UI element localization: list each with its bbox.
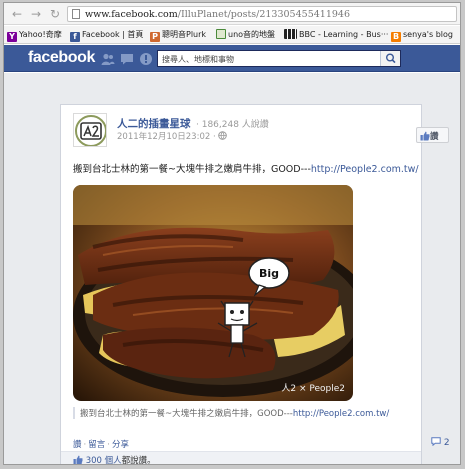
likes-summary: 300 個人都說讚。 bbox=[61, 451, 421, 465]
comment-action[interactable]: 留言 bbox=[88, 440, 105, 450]
bookmark-plurk[interactable]: P 聰明音Plurk bbox=[150, 29, 206, 42]
post-actions: 讚 · 留言 · 分享 bbox=[73, 440, 129, 450]
page-logo-icon bbox=[74, 114, 106, 146]
likes-people-link[interactable]: 300 個人 bbox=[86, 456, 122, 464]
url-input[interactable]: www.facebook.com/IlluPlanet/posts/213305… bbox=[67, 6, 457, 22]
search-input[interactable]: 搜尋人、地標和事物 bbox=[157, 50, 401, 67]
caption-link[interactable]: http://People2.com.tw/ bbox=[293, 409, 389, 419]
bbc-icon bbox=[284, 29, 297, 39]
back-arrow-icon[interactable]: ← bbox=[10, 7, 24, 21]
share-action[interactable]: 分享 bbox=[112, 440, 129, 450]
bookmark-yahoo[interactable]: Y Yahoo!奇摩 bbox=[7, 29, 62, 42]
forward-arrow-icon[interactable]: → bbox=[29, 7, 43, 21]
post-message-link[interactable]: http://People2.com.tw/ bbox=[311, 164, 419, 175]
search-icon bbox=[385, 53, 396, 64]
post-card: 人二的插畫星球 · 186,248 人說讚 2011年12月10日23:02 ·… bbox=[60, 104, 450, 465]
friend-requests-icon[interactable] bbox=[101, 52, 115, 66]
address-bar: ← → ↻ www.facebook.com/IlluPlanet/posts/… bbox=[4, 3, 460, 25]
bookmark-bbc[interactable]: BBC - Learning - Bus··· bbox=[284, 29, 388, 41]
thumbs-up-icon bbox=[420, 131, 430, 141]
yahoo-icon: Y bbox=[7, 32, 17, 42]
comment-bubble-icon bbox=[431, 437, 441, 447]
likes-suffix: 都說讚。 bbox=[121, 456, 156, 465]
globe-icon bbox=[218, 131, 228, 140]
facebook-icon: f bbox=[70, 32, 80, 42]
facebook-header: facebook 搜尋人、地標和事物 bbox=[4, 45, 460, 72]
messages-icon[interactable] bbox=[120, 52, 134, 66]
blog-icon bbox=[216, 29, 226, 39]
url-host: www.facebook.com bbox=[85, 9, 178, 20]
reload-icon[interactable]: ↻ bbox=[48, 7, 62, 21]
page-like-button[interactable]: 讚 bbox=[416, 127, 449, 143]
steak-photo-image: Big 人2 × People2 bbox=[73, 185, 353, 401]
bookmarks-bar: Y Yahoo!奇摩 f Facebook | 首頁 P 聰明音Plurk uno音的… bbox=[4, 26, 460, 44]
blogger-icon: B bbox=[391, 32, 401, 42]
like-thumbs-icon bbox=[73, 455, 83, 464]
page-likes-count: · 186,248 人說讚 bbox=[196, 120, 269, 130]
like-action[interactable]: 讚 bbox=[73, 440, 82, 450]
bookmark-facebook[interactable]: f Facebook | 首頁 bbox=[70, 29, 143, 42]
url-path: /IlluPlanet/posts/213305455411946 bbox=[177, 9, 350, 20]
comment-count[interactable]: 2 bbox=[431, 437, 450, 448]
photo-watermark: 人2 × People2 bbox=[281, 383, 345, 394]
post-message: 搬到台北士林的第一餐~大塊牛排之嫩肩牛排，GOOD---http://Peopl… bbox=[73, 164, 419, 175]
page-name-link[interactable]: 人二的插畫星球 bbox=[117, 116, 191, 131]
page-icon bbox=[72, 9, 80, 19]
photo-caption: 搬到台北士林的第一餐~大塊牛排之嫩肩牛排，GOOD---http://Peopl… bbox=[73, 407, 413, 419]
page-avatar[interactable] bbox=[73, 113, 107, 147]
bookmark-uno[interactable]: uno音的地盤 bbox=[216, 29, 275, 41]
facebook-logo[interactable]: facebook bbox=[28, 49, 95, 67]
post-timestamp[interactable]: 2011年12月10日23:02 · bbox=[117, 132, 218, 142]
bookmark-senya[interactable]: Bsenya's blog bbox=[391, 29, 453, 42]
speech-bubble-text: Big bbox=[259, 267, 279, 280]
search-placeholder: 搜尋人、地標和事物 bbox=[162, 55, 234, 64]
page-like-label: 讚 bbox=[430, 132, 439, 142]
plurk-icon: P bbox=[150, 32, 160, 42]
main-content: 人二的插畫星球 · 186,248 人說讚 2011年12月10日23:02 ·… bbox=[4, 73, 460, 465]
search-button[interactable] bbox=[380, 51, 400, 66]
browser-window: ← → ↻ www.facebook.com/IlluPlanet/posts/… bbox=[3, 2, 461, 465]
post-photo[interactable]: Big 人2 × People2 bbox=[73, 185, 353, 401]
notifications-icon[interactable] bbox=[139, 52, 153, 66]
